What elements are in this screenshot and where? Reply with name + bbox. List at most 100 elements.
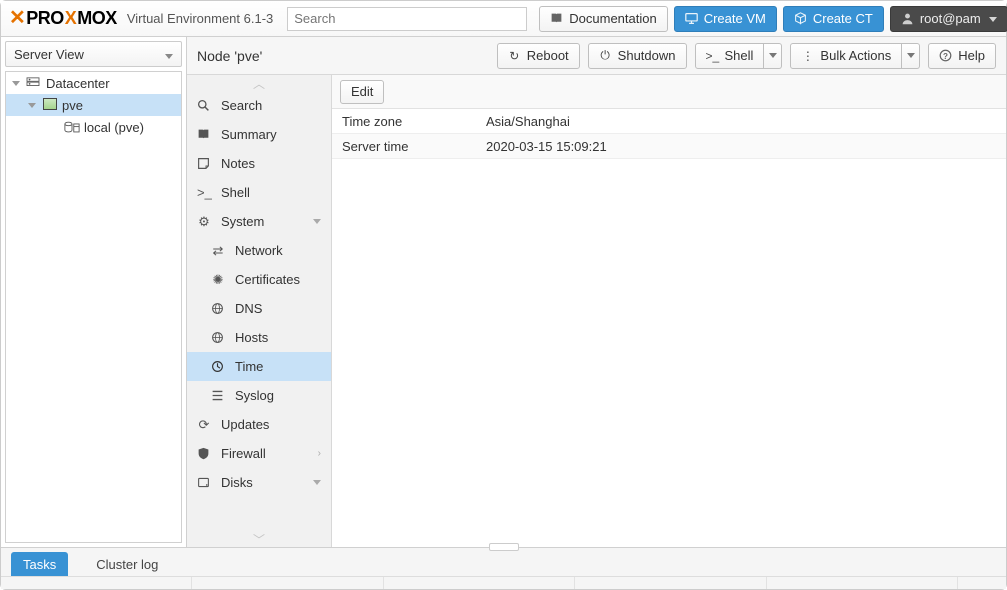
- bulk-actions-button[interactable]: ⋮ Bulk Actions: [790, 43, 902, 69]
- tab-cluster-log[interactable]: Cluster log: [84, 552, 170, 576]
- nav-scroll-up[interactable]: ︿: [187, 75, 331, 91]
- nav-system-label: System: [221, 214, 264, 229]
- shutdown-label: Shutdown: [618, 48, 676, 63]
- search-input[interactable]: [287, 7, 527, 31]
- shell-dropdown-trigger[interactable]: [764, 43, 782, 69]
- nav-summary[interactable]: Summary: [187, 120, 331, 149]
- tree-node-label: pve: [62, 98, 83, 113]
- sticky-note-icon: [197, 157, 211, 170]
- reboot-icon: ↻: [508, 49, 521, 63]
- hdd-icon: [197, 476, 211, 489]
- help-button[interactable]: ? Help: [928, 43, 996, 69]
- tab-tasks[interactable]: Tasks: [11, 552, 68, 576]
- search-icon: [197, 99, 211, 112]
- tab-cluster-log-label: Cluster log: [96, 557, 158, 572]
- nav-network[interactable]: ⇄ Network: [187, 236, 331, 265]
- user-menu-button[interactable]: root@pam: [890, 6, 1007, 32]
- content-toolbar: Edit: [332, 75, 1006, 109]
- left-sidebar: Server View Datacenter pve loc: [1, 37, 187, 547]
- chevron-down-icon: [769, 53, 777, 58]
- nav-system[interactable]: ⚙System: [187, 207, 331, 236]
- chevron-down-icon: [313, 477, 321, 488]
- shutdown-button[interactable]: ⏻ Shutdown: [588, 43, 687, 69]
- create-ct-button[interactable]: Create CT: [783, 6, 884, 32]
- svg-text:?: ?: [943, 52, 948, 61]
- logo-text-2: MOX: [77, 8, 117, 29]
- nav-updates[interactable]: ⟳Updates: [187, 410, 331, 439]
- datacenter-icon: [26, 77, 42, 89]
- tree-storage-local[interactable]: local (pve): [6, 116, 181, 138]
- log-resize-handle[interactable]: [489, 543, 519, 551]
- bottom-log-panel: Tasks Cluster log: [1, 547, 1006, 589]
- reboot-label: Reboot: [527, 48, 569, 63]
- storage-icon: [64, 121, 80, 134]
- user-icon: [901, 12, 914, 25]
- node-title: Node 'pve': [197, 48, 262, 64]
- cube-icon: [794, 12, 807, 25]
- exchange-icon: ⇄: [211, 243, 225, 259]
- grid-row-servertime[interactable]: Server time 2020-03-15 15:09:21: [332, 134, 1006, 159]
- chevron-down-icon: [989, 14, 997, 24]
- globe-icon: [211, 302, 225, 315]
- create-vm-button[interactable]: Create VM: [674, 6, 777, 32]
- ellipsis-v-icon: ⋮: [801, 49, 814, 63]
- log-column-headers: [1, 576, 1006, 589]
- clock-icon: [211, 360, 225, 373]
- nav-certificates[interactable]: ✺Certificates: [187, 265, 331, 294]
- reboot-button[interactable]: ↻ Reboot: [497, 43, 580, 69]
- tree-datacenter-label: Datacenter: [46, 76, 110, 91]
- nav-shell[interactable]: >_Shell: [187, 178, 331, 207]
- list-icon: [211, 389, 225, 402]
- nav-network-label: Network: [235, 243, 283, 258]
- edit-button[interactable]: Edit: [340, 80, 384, 104]
- nav-syslog-label: Syslog: [235, 388, 274, 403]
- content-panel: Edit Time zone Asia/Shanghai Server time…: [332, 75, 1006, 547]
- tree-datacenter[interactable]: Datacenter: [6, 72, 181, 94]
- documentation-button[interactable]: Documentation: [539, 6, 667, 32]
- grid-row-timezone[interactable]: Time zone Asia/Shanghai: [332, 109, 1006, 134]
- nav-notes[interactable]: Notes: [187, 149, 331, 178]
- proxmox-logo: ✕ PROXMOX: [9, 6, 117, 31]
- nav-dns[interactable]: DNS: [187, 294, 331, 323]
- tree-node-pve[interactable]: pve: [6, 94, 181, 116]
- view-selector[interactable]: Server View: [5, 41, 182, 67]
- node-icon: [42, 98, 58, 113]
- center-panel: Node 'pve' ↻ Reboot ⏻ Shutdown >_ Shell …: [187, 37, 1006, 547]
- nav-time-label: Time: [235, 359, 263, 374]
- documentation-label: Documentation: [569, 11, 656, 26]
- chevron-right-icon: ›: [318, 448, 321, 459]
- node-side-nav: ︿ Search Summary Notes >_Shell ⚙System ⇄…: [187, 75, 332, 547]
- nav-firewall[interactable]: Firewall ›: [187, 439, 331, 468]
- power-icon: ⏻: [599, 48, 612, 63]
- nav-syslog[interactable]: Syslog: [187, 381, 331, 410]
- version-label: Virtual Environment 6.1-3: [127, 11, 273, 26]
- nav-time[interactable]: Time: [187, 352, 331, 381]
- book-icon: [550, 12, 563, 25]
- nav-firewall-label: Firewall: [221, 446, 266, 461]
- nav-notes-label: Notes: [221, 156, 255, 171]
- user-label: root@pam: [920, 11, 981, 26]
- nav-hosts-label: Hosts: [235, 330, 268, 345]
- main-area: Server View Datacenter pve loc: [1, 37, 1006, 547]
- nav-scroll-down[interactable]: ﹀: [187, 531, 331, 547]
- terminal-icon: >_: [706, 49, 719, 63]
- collapse-icon[interactable]: [28, 100, 38, 110]
- nav-search-label: Search: [221, 98, 262, 113]
- nav-disks[interactable]: Disks: [187, 468, 331, 497]
- shell-splitbutton[interactable]: >_ Shell: [695, 43, 783, 69]
- servertime-value: 2020-03-15 15:09:21: [482, 139, 607, 154]
- bulk-actions-splitbutton[interactable]: ⋮ Bulk Actions: [790, 43, 920, 69]
- logo-text-x: X: [65, 8, 77, 29]
- shell-button[interactable]: >_ Shell: [695, 43, 765, 69]
- shield-icon: [197, 447, 211, 460]
- nav-search[interactable]: Search: [187, 91, 331, 120]
- help-icon: ?: [939, 49, 952, 62]
- nav-dns-label: DNS: [235, 301, 262, 316]
- nav-disks-label: Disks: [221, 475, 253, 490]
- timezone-value: Asia/Shanghai: [482, 114, 570, 129]
- bulk-actions-dropdown-trigger[interactable]: [902, 43, 920, 69]
- nav-hosts[interactable]: Hosts: [187, 323, 331, 352]
- monitor-icon: [685, 12, 698, 25]
- terminal-icon: >_: [197, 185, 211, 200]
- collapse-icon[interactable]: [12, 78, 22, 88]
